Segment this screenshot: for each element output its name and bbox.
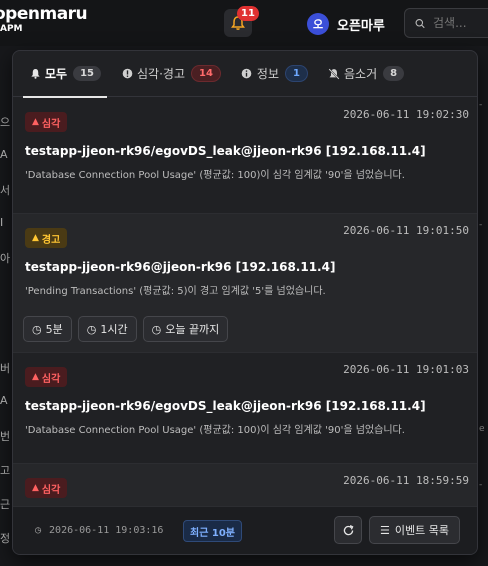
snooze-label: 1시간 — [100, 323, 128, 336]
event-message: 'Database Connection Pool Usage' (평균값: 1… — [25, 170, 405, 181]
warning-triangle-icon: ▲ — [32, 233, 39, 243]
bg-char: A — [0, 394, 8, 407]
bg-char: 서 — [0, 184, 11, 197]
event-item[interactable]: ▲ 경고 2026-06-11 19:01:50 testapp-jjeon-rk… — [13, 214, 477, 353]
tab-label: 심각·경고 — [137, 67, 185, 81]
tab-all[interactable]: 모두 15 — [19, 51, 111, 98]
event-timestamp: 2026-06-11 18:59:59 — [343, 474, 469, 487]
bg-char: - — [479, 100, 483, 110]
warning-triangle-icon: ▲ — [32, 117, 39, 127]
bell-off-icon — [328, 67, 340, 80]
notification-count-badge: 11 — [237, 6, 259, 21]
warning-triangle-icon: ▲ — [32, 483, 39, 493]
clock-icon: ◷ — [32, 322, 42, 336]
event-title: testapp-jjeon-rk96@jjeon-rk96 [192.168.1… — [25, 260, 336, 274]
snooze-today-button[interactable]: ◷ 오늘 끝까지 — [142, 316, 229, 342]
severity-label: 심각 — [41, 118, 61, 130]
snooze-label: 5분 — [45, 323, 63, 336]
event-item[interactable]: ▲ 심각 2026-06-11 18:59:59 — [13, 464, 477, 506]
snooze-options: ◷ 5분 ◷ 1시간 ◷ 오늘 끝까지 — [23, 316, 229, 342]
tab-label: 모두 — [45, 67, 68, 81]
event-timestamp: 2026-06-11 19:01:03 — [343, 363, 469, 376]
user-name[interactable]: 오픈마루 — [337, 15, 385, 34]
severity-badge: ▲ 심각 — [25, 478, 68, 498]
severity-label: 심각 — [41, 484, 61, 496]
top-bar: openmaru APM 11 오 오픈마루 — [0, 0, 488, 46]
refresh-button[interactable] — [334, 516, 362, 544]
tab-critical-warning[interactable]: 심각·경고 14 — [111, 51, 231, 97]
event-title: testapp-jjeon-rk96/egovDS_leak@jjeon-rk9… — [25, 399, 426, 413]
clock-icon: ◷ — [86, 322, 97, 336]
panel-footer: ◷ 2026-06-11 19:03:16 최근 10분 ☰ 이벤트 목록 — [13, 506, 477, 554]
logo[interactable]: openmaru — [0, 4, 88, 24]
tab-muted[interactable]: 음소거 8 — [318, 51, 414, 97]
list-icon: ☰ — [380, 523, 390, 537]
event-item[interactable]: ▲ 심각 2026-06-11 19:01:03 testapp-jjeon-rk… — [13, 353, 477, 464]
bg-char: 으 — [0, 116, 11, 129]
snooze-1hour-button[interactable]: ◷ 1시간 — [77, 316, 137, 342]
event-message: 'Database Connection Pool Usage' (평균값: 1… — [25, 425, 405, 436]
bg-char: 정 — [0, 532, 11, 545]
event-timestamp: 2026-06-11 19:02:30 — [343, 108, 469, 121]
info-icon — [241, 68, 253, 80]
tab-count: 8 — [383, 66, 405, 81]
notification-panel: 모두 15 심각·경고 14 정보 1 음소거 8 ▲ 심각 2026-06-1… — [12, 50, 478, 555]
severity-label: 심각 — [41, 373, 61, 385]
event-message: 'Pending Transactions' (평균값: 5)이 경고 임계값 … — [25, 286, 326, 297]
event-item[interactable]: ▲ 심각 2026-06-11 19:02:30 testapp-jjeon-rk… — [13, 98, 477, 214]
event-timestamp: 2026-06-11 19:01:50 — [343, 224, 469, 237]
tab-info[interactable]: 정보 1 — [231, 51, 318, 97]
severity-badge: ▲ 심각 — [25, 367, 68, 387]
bg-char: 고 — [0, 464, 11, 477]
clock-icon: ◷ — [35, 525, 42, 536]
snooze-label: 오늘 끝까지 — [165, 323, 220, 336]
bg-char: 아 — [0, 252, 11, 265]
warning-triangle-icon: ▲ — [32, 372, 39, 382]
tab-count: 15 — [73, 66, 102, 81]
severity-badge: ▲ 경고 — [25, 228, 68, 248]
bg-char: 번 — [0, 430, 11, 443]
bg-char: - — [479, 220, 483, 230]
tab-label: 음소거 — [343, 67, 378, 81]
clock-icon: ◷ — [151, 322, 162, 336]
background-sidebar: 으 A 서 I 아 버 A 번 고 근 정 — [0, 100, 12, 560]
recent-range-badge[interactable]: 최근 10분 — [183, 520, 242, 542]
tab-count: 14 — [191, 65, 221, 82]
severity-badge: ▲ 심각 — [25, 112, 68, 132]
event-list-button[interactable]: ☰ 이벤트 목록 — [369, 516, 460, 544]
tab-bar: 모두 15 심각·경고 14 정보 1 음소거 8 — [13, 51, 477, 98]
background-right: - - e - — [478, 100, 488, 560]
bg-char: - — [479, 480, 483, 490]
bg-char: e — [479, 424, 485, 434]
event-title: testapp-jjeon-rk96/egovDS_leak@jjeon-rk9… — [25, 144, 426, 158]
avatar[interactable]: 오 — [307, 13, 329, 35]
event-list: ▲ 심각 2026-06-11 19:02:30 testapp-jjeon-rk… — [13, 98, 477, 506]
search-box[interactable] — [404, 8, 488, 38]
severity-label: 경고 — [41, 234, 61, 246]
bg-char: 버 — [0, 362, 11, 375]
bg-char: A — [0, 148, 8, 161]
last-updated-time: 2026-06-11 19:03:16 — [49, 525, 164, 536]
bg-char: I — [0, 216, 4, 229]
refresh-icon — [343, 524, 353, 535]
search-icon — [415, 18, 425, 28]
tab-count: 1 — [285, 65, 308, 82]
logo-sub: APM — [0, 24, 23, 34]
alert-circle-icon — [121, 68, 133, 80]
tab-label: 정보 — [256, 67, 280, 81]
snooze-5min-button[interactable]: ◷ 5분 — [23, 316, 72, 342]
bg-char: 근 — [0, 498, 11, 511]
search-input[interactable] — [433, 16, 488, 30]
event-list-label: 이벤트 목록 — [394, 524, 449, 537]
last-updated: ◷ 2026-06-11 19:03:16 — [35, 525, 163, 536]
bell-icon — [29, 68, 41, 80]
